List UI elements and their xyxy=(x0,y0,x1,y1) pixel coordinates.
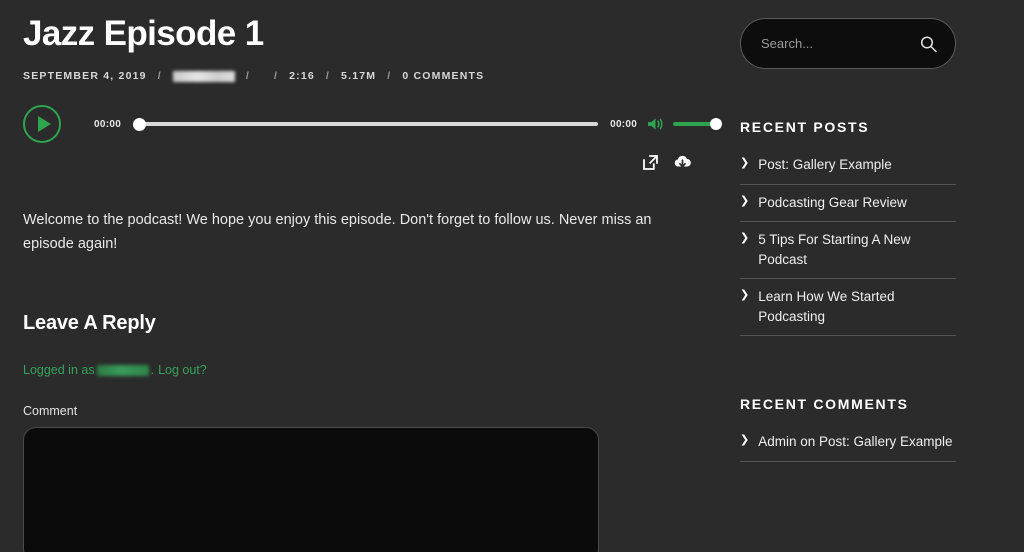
list-item-label: 5 Tips For Starting A New Podcast xyxy=(758,232,911,267)
page-title: Jazz Episode 1 xyxy=(23,14,264,53)
list-item[interactable]: ❯ Learn How We Started Podcasting xyxy=(740,279,956,337)
logged-in-notice: Logged in as . Log out? xyxy=(23,363,700,377)
post-date: SEPTEMBER 4, 2019 xyxy=(23,70,147,83)
leave-a-reply-heading: Leave A Reply xyxy=(23,312,156,335)
audio-player: 00:00 00:00 xyxy=(23,103,723,145)
play-icon xyxy=(37,116,51,133)
logged-in-prefix: Logged in as xyxy=(23,363,95,378)
widget-recent-posts: Recent Posts ❯ Post: Gallery Example ❯ P… xyxy=(740,119,992,337)
meta-separator: / xyxy=(387,70,392,83)
widget-recent-comments: Recent Comments ❯ Admin on Post: Gallery… xyxy=(740,396,992,462)
widget-title-recent-comments: Recent Comments xyxy=(740,396,909,413)
volume-on-icon[interactable] xyxy=(647,117,664,131)
podcast-episode-page: Jazz Episode 1 SEPTEMBER 4, 2019 / / / 2… xyxy=(0,0,1024,552)
seek-track xyxy=(133,122,599,127)
play-button[interactable] xyxy=(23,105,61,144)
list-item[interactable]: ❯ Post: Gallery Example xyxy=(740,147,956,185)
meta-separator: / xyxy=(157,70,162,83)
sidebar: Recent Posts ❯ Post: Gallery Example ❯ P… xyxy=(724,0,1024,462)
seek-handle[interactable] xyxy=(133,117,147,131)
post-meta: SEPTEMBER 4, 2019 / / / 2:16 / 5.17M / 0… xyxy=(23,69,700,83)
chevron-right-icon: ❯ xyxy=(740,157,750,169)
list-item-label: Podcasting Gear Review xyxy=(758,194,907,210)
chevron-right-icon: ❯ xyxy=(740,232,750,245)
post-filesize: 5.17M xyxy=(341,70,377,83)
chevron-right-icon: ❯ xyxy=(740,434,750,447)
list-item-label: Admin on Post: Gallery Example xyxy=(758,434,953,450)
player-actions xyxy=(23,154,701,171)
post-comment-count[interactable]: 0 COMMENTS xyxy=(402,70,484,82)
logout-link[interactable]: Log out? xyxy=(158,363,207,377)
volume-handle[interactable] xyxy=(710,118,723,131)
recent-posts-list: ❯ Post: Gallery Example ❯ Podcasting Gea… xyxy=(740,147,956,337)
logged-in-username-redacted xyxy=(96,364,149,376)
search-box xyxy=(740,18,956,69)
search-icon[interactable] xyxy=(920,35,937,52)
meta-separator: / xyxy=(245,70,250,83)
volume-slider[interactable] xyxy=(673,117,723,131)
cloud-download-icon[interactable] xyxy=(673,154,692,171)
meta-separator: / xyxy=(325,70,331,83)
logged-in-suffix: . xyxy=(150,363,155,378)
post-body-text: Welcome to the podcast! We hope you enjo… xyxy=(23,212,652,252)
widget-title-recent-posts: Recent Posts xyxy=(740,119,870,135)
external-link-icon[interactable] xyxy=(642,154,659,171)
list-item-label: Post: Gallery Example xyxy=(758,157,892,172)
total-time-label: 00:00 xyxy=(610,118,638,130)
current-time-label: 00:00 xyxy=(94,118,122,130)
chevron-right-icon: ❯ xyxy=(740,194,750,207)
post-author-redacted xyxy=(172,70,235,82)
recent-comments-list: ❯ Admin on Post: Gallery Example xyxy=(740,424,956,462)
list-item[interactable]: ❯ 5 Tips For Starting A New Podcast xyxy=(740,222,956,280)
list-item-label: Learn How We Started Podcasting xyxy=(758,289,895,324)
list-item[interactable]: ❯ Admin on Post: Gallery Example xyxy=(740,424,956,462)
comment-input[interactable] xyxy=(23,427,599,552)
seek-slider[interactable] xyxy=(133,117,599,131)
chevron-right-icon: ❯ xyxy=(740,289,750,302)
main-content: Jazz Episode 1 SEPTEMBER 4, 2019 / / / 2… xyxy=(0,0,724,552)
list-item[interactable]: ❯ Podcasting Gear Review xyxy=(740,185,956,223)
comment-field-label: Comment xyxy=(23,404,78,419)
meta-separator: / xyxy=(273,70,279,83)
post-duration: 2:16 xyxy=(289,70,315,83)
